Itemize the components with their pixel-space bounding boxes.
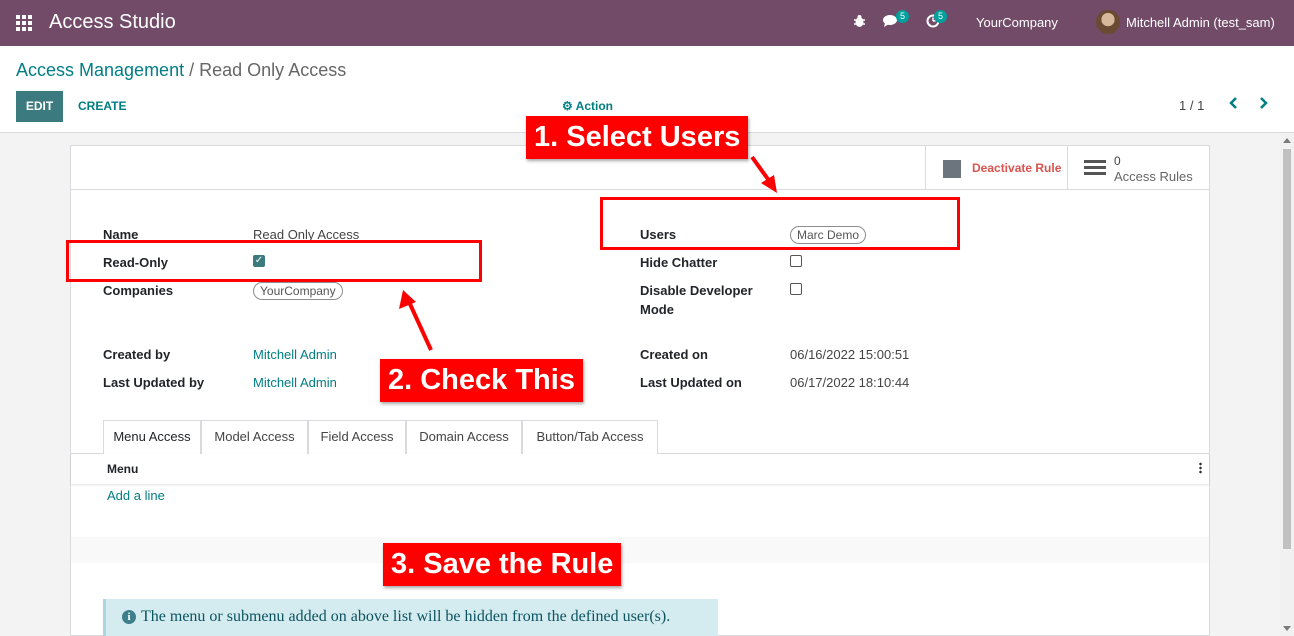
info-alert-text: The menu or submenu added on above list …	[141, 608, 671, 625]
tab-model-access[interactable]: Model Access	[201, 420, 308, 454]
list-empty-row	[71, 537, 1209, 563]
hide-chatter-label: Hide Chatter	[640, 255, 718, 270]
readonly-highlight-box	[66, 240, 482, 282]
last-updated-on-label: Last Updated on	[640, 375, 742, 390]
disable-developer-mode-label-line2: Mode	[640, 302, 674, 317]
scrollbar[interactable]	[1280, 133, 1294, 636]
step2-callout: 2. Check This	[380, 359, 583, 402]
pager-previous-button[interactable]	[1229, 96, 1239, 115]
pager-next-button[interactable]	[1258, 96, 1268, 115]
gear-icon: ⚙	[562, 99, 573, 113]
pager-value[interactable]: 1 / 1	[1179, 98, 1204, 113]
deactivate-rule-label: Deactivate Rule	[972, 161, 1062, 175]
info-alert: i The menu or submenu added on above lis…	[103, 599, 718, 636]
chevron-right-icon	[1260, 97, 1268, 109]
apps-menu-icon[interactable]	[16, 15, 32, 31]
tab-domain-access[interactable]: Domain Access	[406, 420, 522, 454]
info-icon: i	[122, 610, 136, 624]
scroll-up-arrow-icon[interactable]	[1283, 138, 1291, 143]
created-by-label: Created by	[103, 347, 171, 362]
top-navbar: Access Studio 5 5 YourCompany Mitchell A…	[0, 0, 1294, 46]
action-label: Action	[575, 99, 613, 113]
action-menu[interactable]: ⚙ Action	[562, 99, 613, 113]
last-updated-on-value: 06/17/2022 18:10:44	[790, 375, 910, 390]
breadcrumb-parent[interactable]: Access Management	[16, 60, 184, 80]
access-rules-button[interactable]: 0 Access Rules	[1067, 146, 1209, 190]
menu-column-header[interactable]: Menu	[107, 462, 138, 476]
company-switcher[interactable]: YourCompany	[976, 15, 1058, 30]
last-updated-by-value[interactable]: Mitchell Admin	[253, 375, 337, 390]
tab-field-access[interactable]: Field Access	[308, 420, 406, 454]
companies-label: Companies	[103, 283, 174, 298]
breadcrumb-separator: /	[189, 60, 195, 80]
kebab-menu-icon[interactable]	[1199, 462, 1202, 474]
edit-button[interactable]: EDIT	[16, 91, 63, 122]
add-a-line-link[interactable]: Add a line	[107, 488, 165, 503]
deactivate-rule-button[interactable]: Deactivate Rule	[925, 146, 1067, 190]
breadcrumb-current: Read Only Access	[199, 60, 347, 80]
stop-icon	[943, 160, 961, 178]
list-icon	[1084, 160, 1106, 176]
created-on-value: 06/16/2022 15:00:51	[790, 347, 910, 362]
chat-badge: 5	[896, 10, 910, 23]
disable-developer-mode-checkbox[interactable]	[790, 283, 802, 295]
disable-developer-mode-label: Disable Developer	[640, 283, 753, 298]
breadcrumb: Access Management / Read Only Access	[16, 60, 346, 81]
app-title[interactable]: Access Studio	[49, 11, 176, 34]
step1-callout: 1. Select Users	[526, 116, 749, 159]
user-avatar[interactable]	[1096, 10, 1120, 34]
created-by-value[interactable]: Mitchell Admin	[253, 347, 337, 362]
tab-menu-access[interactable]: Menu Access	[103, 420, 201, 455]
chevron-left-icon	[1229, 97, 1237, 109]
scroll-down-arrow-icon[interactable]	[1283, 626, 1291, 631]
users-highlight-box	[600, 197, 960, 250]
menu-list-header: Menu	[71, 454, 1209, 484]
companies-tag[interactable]: YourCompany	[253, 282, 343, 300]
tab-button-tab-access[interactable]: Button/Tab Access	[522, 420, 658, 454]
access-rules-count: 0	[1114, 154, 1121, 168]
step3-callout: 3. Save the Rule	[383, 543, 622, 586]
scrollbar-thumb[interactable]	[1283, 149, 1291, 549]
user-menu[interactable]: Mitchell Admin (test_sam)	[1126, 15, 1275, 30]
hide-chatter-checkbox[interactable]	[790, 255, 802, 267]
bug-icon[interactable]	[853, 14, 866, 33]
created-on-label: Created on	[640, 347, 708, 362]
access-rules-label: Access Rules	[1114, 169, 1193, 184]
create-button[interactable]: CREATE	[78, 99, 126, 113]
activity-badge: 5	[934, 10, 948, 23]
last-updated-by-label: Last Updated by	[103, 375, 205, 390]
